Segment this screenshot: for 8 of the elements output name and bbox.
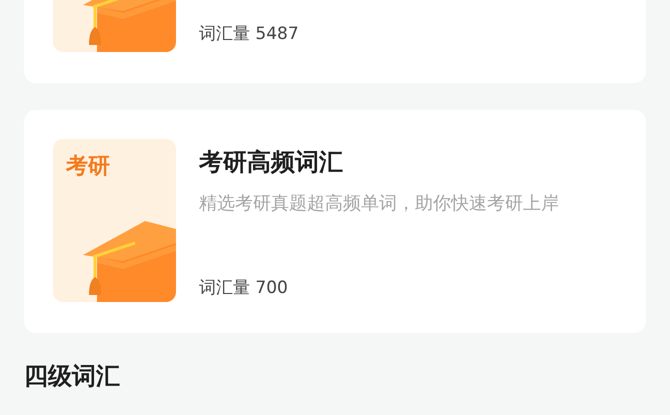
word-count: 词汇量 700 (199, 277, 288, 300)
graduation-cap-icon (83, 0, 176, 52)
graduation-cap-icon (83, 219, 176, 302)
cover-label: 考研 (66, 153, 110, 181)
card-title: 考研高频词汇 (199, 147, 343, 178)
section-heading: 四级词汇 (24, 361, 120, 392)
card-description: 精选考研真题超高频单词，助你快速考研上岸 (199, 192, 560, 216)
word-count: 词汇量 5487 (199, 23, 299, 46)
